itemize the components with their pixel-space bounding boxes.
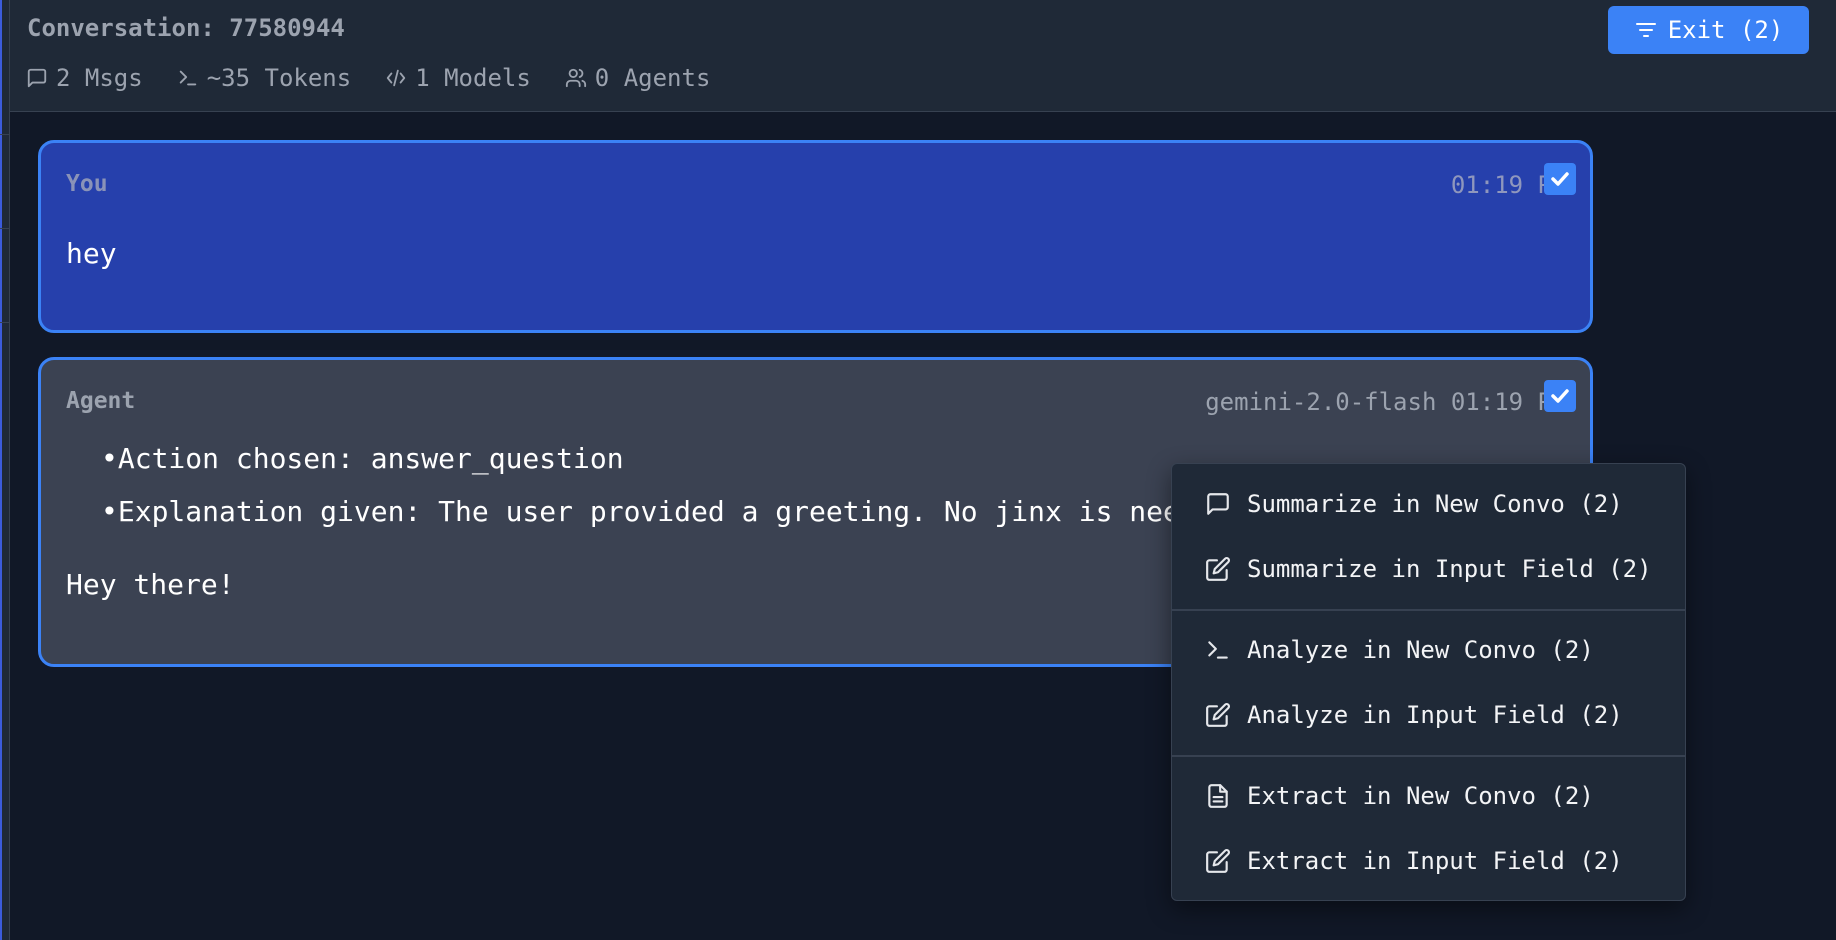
message-model-and-timestamp: gemini-2.0-flash 01:19 P <box>1205 388 1552 416</box>
conversation-stats: 2 Msgs ~35 Tokens 1 Models 0 Agents <box>26 64 710 92</box>
menu-item-label: Summarize in New Convo (2) <box>1247 490 1623 518</box>
file-text-icon <box>1208 784 1228 808</box>
left-divider <box>0 134 9 135</box>
message-bullet: •Explanation given: The user provided a … <box>101 495 1248 528</box>
edit-icon <box>1206 849 1230 873</box>
message-sender: Agent <box>66 388 136 414</box>
terminal-icon <box>1208 641 1228 659</box>
menu-item-label: Extract in Input Field (2) <box>1247 847 1623 875</box>
stat-agents-label: 0 Agents <box>594 64 711 92</box>
left-accent-line <box>0 0 2 940</box>
menu-divider <box>1172 755 1685 757</box>
exit-button-label: Exit (2) <box>1667 16 1784 44</box>
message-select-checkbox[interactable] <box>1544 163 1576 195</box>
edit-icon <box>1206 703 1230 727</box>
filter-icon <box>1635 23 1656 37</box>
menu-item-summarize-new-convo[interactable]: Summarize in New Convo (2) <box>1172 477 1685 531</box>
user-message[interactable]: You 01:19 P hey <box>38 140 1593 333</box>
left-divider <box>0 322 9 323</box>
stat-messages: 2 Msgs <box>26 64 143 92</box>
check-icon <box>1551 389 1569 403</box>
message-bullet: •Action chosen: answer_question <box>101 442 624 475</box>
menu-item-label: Analyze in Input Field (2) <box>1247 701 1623 729</box>
conversation-title: Conversation: 77580944 <box>27 14 345 42</box>
menu-divider <box>1172 609 1685 611</box>
left-divider <box>0 228 9 229</box>
menu-item-summarize-input-field[interactable]: Summarize in Input Field (2) <box>1172 542 1685 596</box>
menu-item-label: Extract in New Convo (2) <box>1247 782 1594 810</box>
left-panel-edge <box>0 0 10 940</box>
edit-icon <box>1206 557 1230 581</box>
message-content: Hey there! <box>66 568 235 601</box>
menu-item-label: Analyze in New Convo (2) <box>1247 636 1594 664</box>
menu-item-extract-new-convo[interactable]: Extract in New Convo (2) <box>1172 769 1685 823</box>
code-icon <box>387 69 406 87</box>
stat-messages-label: 2 Msgs <box>56 64 143 92</box>
check-icon <box>1551 172 1569 186</box>
context-menu: Summarize in New Convo (2) Summarize in … <box>1171 463 1686 901</box>
conversation-header: Conversation: 77580944 2 Msgs ~35 Tokens… <box>10 0 1836 112</box>
message-sender: You <box>66 171 108 197</box>
stat-tokens-label: ~35 Tokens <box>206 64 352 92</box>
menu-item-label: Summarize in Input Field (2) <box>1247 555 1652 583</box>
menu-item-extract-input-field[interactable]: Extract in Input Field (2) <box>1172 834 1685 888</box>
stat-models-label: 1 Models <box>415 64 531 92</box>
message-select-checkbox[interactable] <box>1544 380 1576 412</box>
message-square-icon <box>27 68 47 88</box>
menu-item-analyze-new-convo[interactable]: Analyze in New Convo (2) <box>1172 623 1685 677</box>
users-icon <box>565 68 586 88</box>
terminal-icon <box>179 70 196 86</box>
stat-agents: 0 Agents <box>565 64 711 92</box>
stat-tokens: ~35 Tokens <box>177 64 352 92</box>
menu-item-analyze-input-field[interactable]: Analyze in Input Field (2) <box>1172 688 1685 742</box>
stat-models: 1 Models <box>385 64 531 92</box>
message-content: hey <box>66 237 117 270</box>
message-square-icon <box>1207 493 1229 515</box>
exit-selection-button[interactable]: Exit (2) <box>1608 6 1809 54</box>
message-timestamp: 01:19 P <box>1450 171 1552 199</box>
